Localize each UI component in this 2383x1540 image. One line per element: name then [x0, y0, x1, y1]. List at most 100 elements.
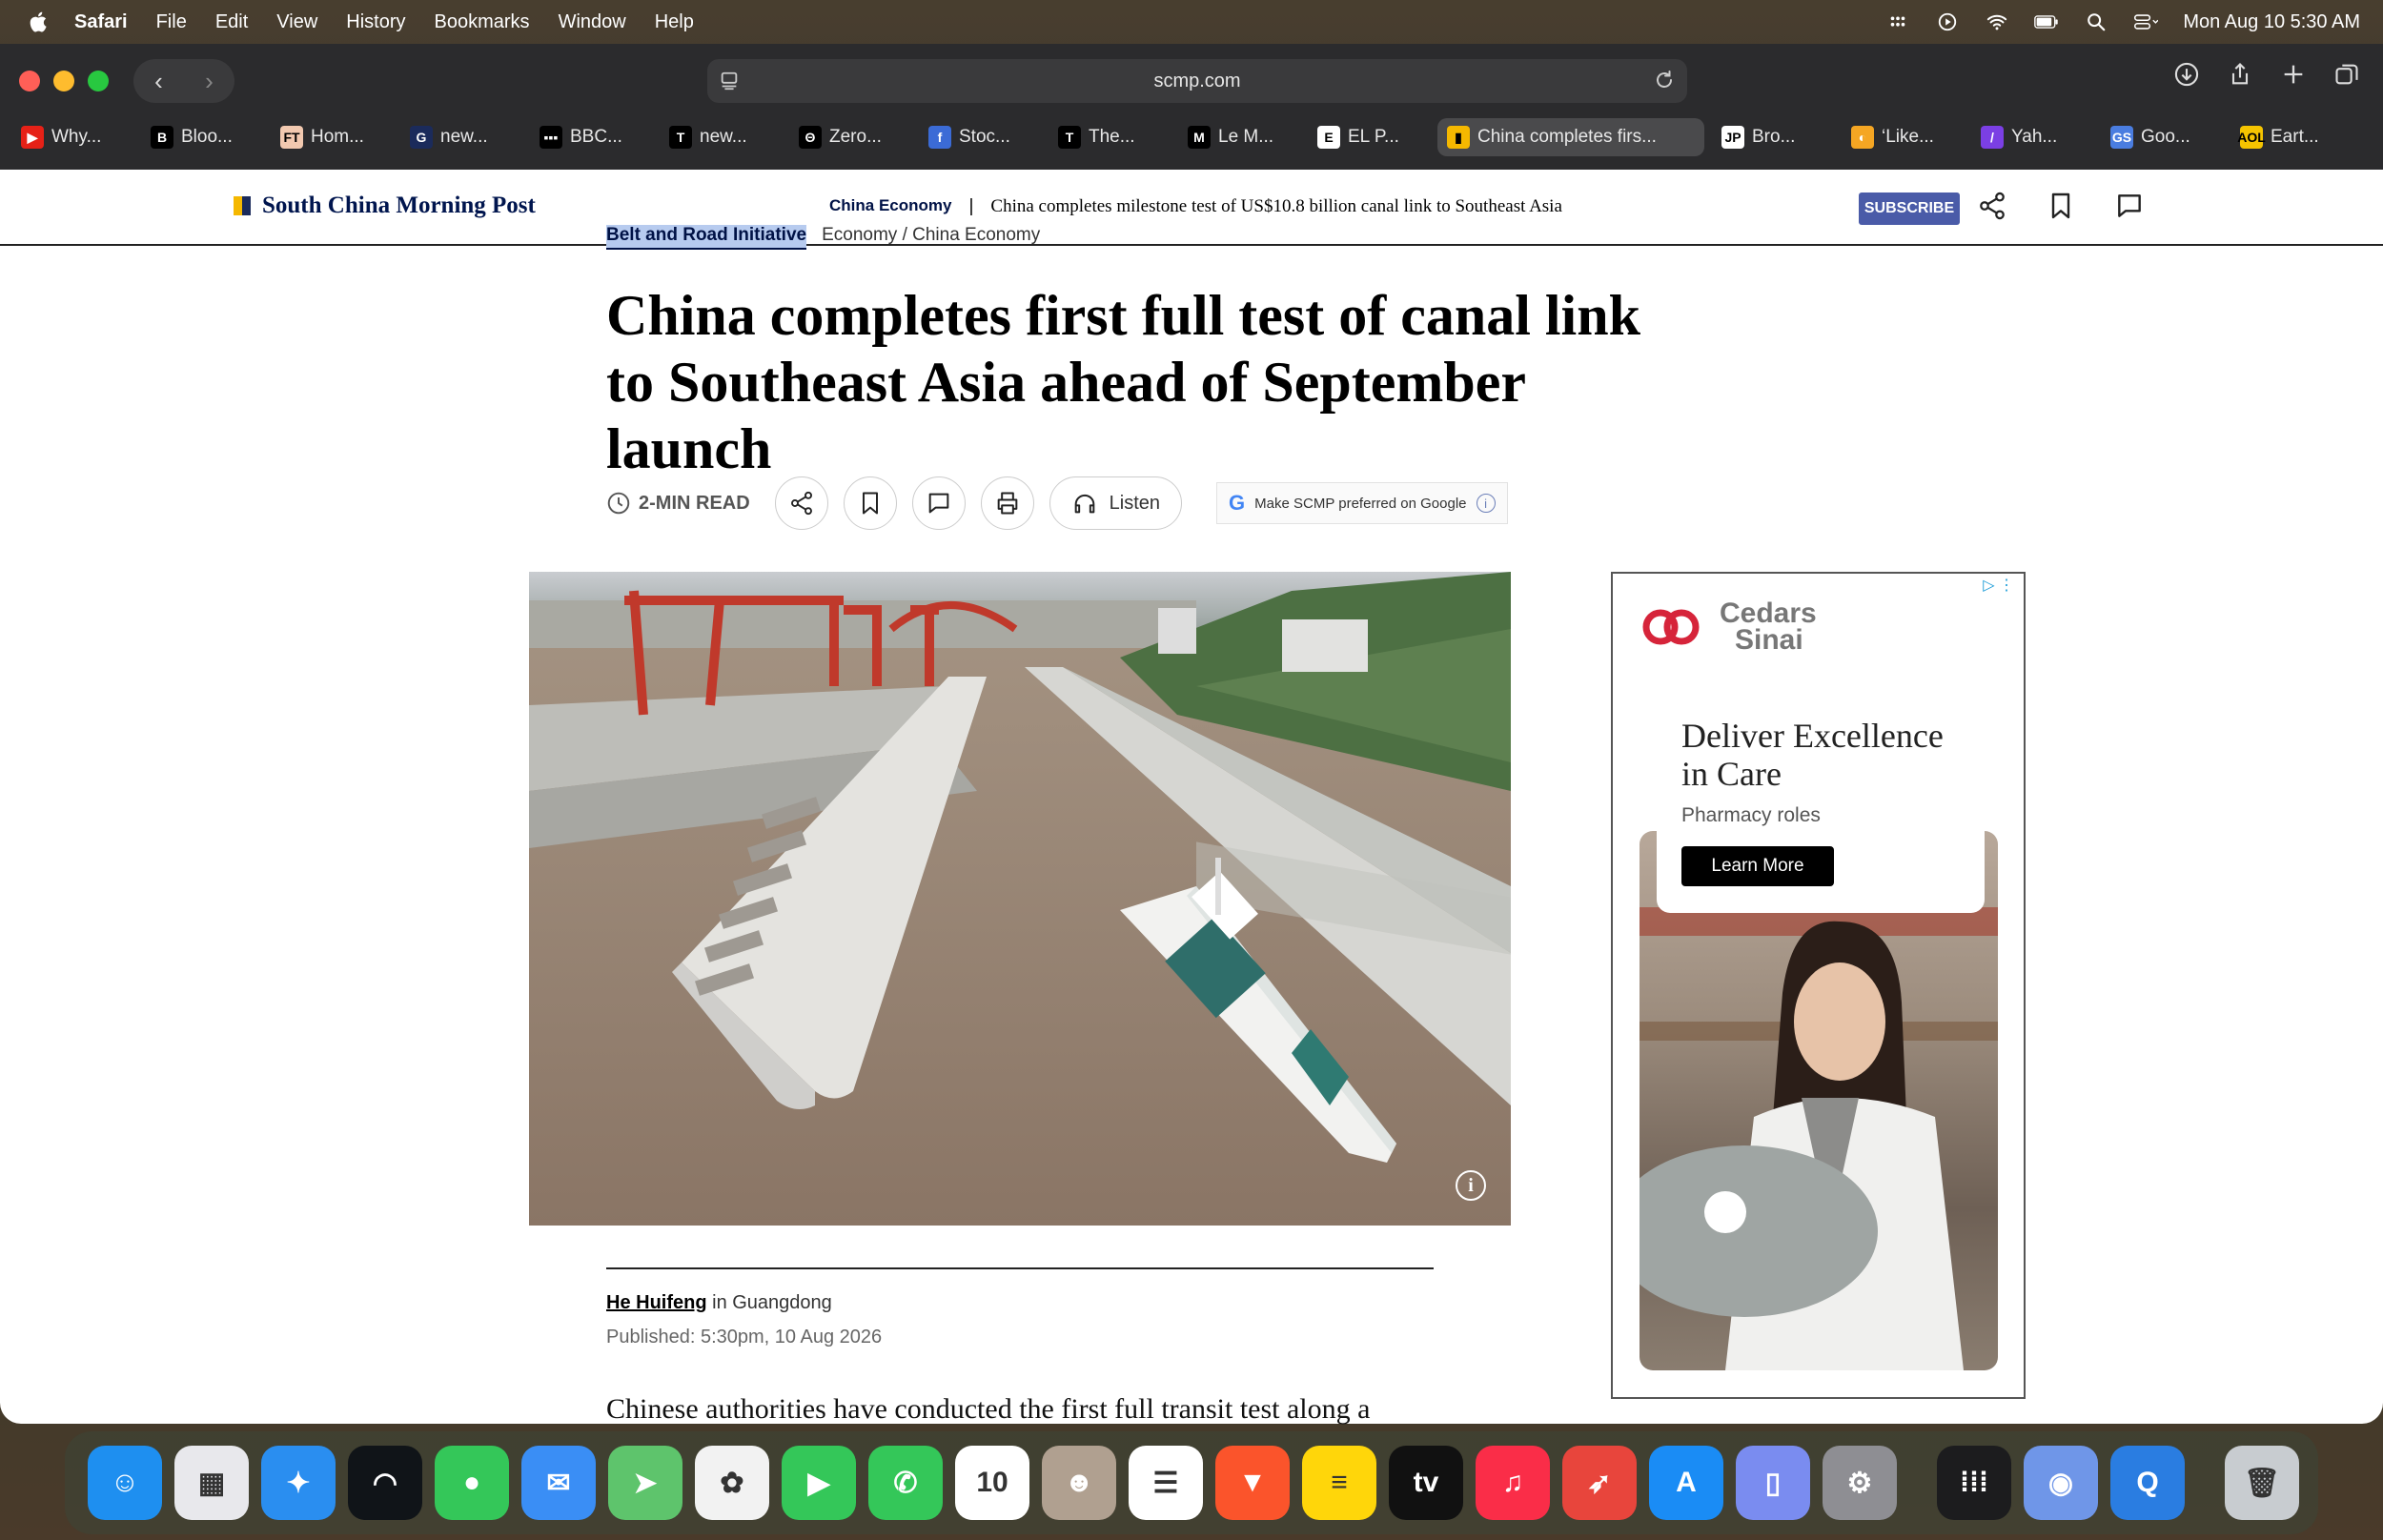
menu-app-name[interactable]: Safari	[74, 11, 128, 33]
dock-launchpad-icon[interactable]: ▦	[174, 1446, 249, 1520]
page-menu-icon[interactable]	[719, 71, 740, 91]
tab[interactable]: Tnew...	[660, 118, 782, 156]
dock-maps-icon[interactable]: ➤	[608, 1446, 682, 1520]
tab-active[interactable]: ▮ China completes firs...	[1437, 118, 1704, 156]
dock-quick-search-icon[interactable]: Q	[2110, 1446, 2185, 1520]
dock-rocket-icon[interactable]: ➶	[1562, 1446, 1637, 1520]
minimize-window-button[interactable]	[53, 71, 74, 91]
new-tab-plus-icon[interactable]	[2280, 61, 2307, 88]
battery-icon[interactable]	[2034, 11, 2059, 32]
dock-finder-icon[interactable]: ☺	[88, 1446, 162, 1520]
print-button[interactable]	[980, 476, 1034, 530]
menu-view[interactable]: View	[276, 11, 317, 33]
share-icon[interactable]	[2227, 61, 2253, 88]
play-circle-icon[interactable]	[1935, 11, 1960, 32]
dock-tv-icon[interactable]: tv	[1389, 1446, 1463, 1520]
bookmark-button[interactable]	[843, 476, 897, 530]
header-comment-icon[interactable]	[2114, 191, 2145, 221]
dock-calendar-icon[interactable]: 10	[955, 1446, 1029, 1520]
menu-help[interactable]: Help	[655, 11, 694, 33]
tab[interactable]: ▶ Why...	[11, 118, 133, 156]
tab[interactable]: f Stoc...	[919, 118, 1041, 156]
tab[interactable]: JP Bro...	[1712, 118, 1834, 156]
header-section-link[interactable]: China Economy	[829, 196, 951, 217]
dock-phone-icon[interactable]: ✆	[868, 1446, 943, 1520]
breadcrumb-path[interactable]: Economy / China Economy	[822, 225, 1040, 250]
dock-mail-icon[interactable]: ✉	[521, 1446, 596, 1520]
reload-icon[interactable]	[1653, 69, 1676, 91]
tab-favicon-icon: ◐	[1851, 126, 1874, 149]
dock-preview-icon[interactable]: ◉	[2024, 1446, 2098, 1520]
subscribe-button[interactable]: SUBSCRIBE	[1859, 192, 1960, 225]
menu-history[interactable]: History	[346, 11, 405, 33]
dots-grid-icon[interactable]	[1885, 11, 1910, 32]
tab-favicon-icon: /	[1981, 126, 2004, 149]
share-button[interactable]	[774, 476, 828, 530]
dock-system-settings-icon[interactable]: ⚙	[1823, 1446, 1897, 1520]
dock-apps-grid-icon[interactable]: ⁞⁞⁞	[1937, 1446, 2011, 1520]
back-arrow-icon[interactable]: ‹	[140, 67, 178, 96]
tab[interactable]: Gnew...	[400, 118, 522, 156]
url-text[interactable]: scmp.com	[1153, 71, 1240, 92]
dock-wavelink-icon[interactable]: ◠	[348, 1446, 422, 1520]
tab[interactable]: GS Goo...	[2101, 118, 2223, 156]
dock-notes-icon[interactable]: ≡	[1302, 1446, 1376, 1520]
tab[interactable]: ▪▪▪ BBC...	[530, 118, 652, 156]
scmp-logo[interactable]: South China Morning Post	[234, 192, 536, 219]
dock-brave-icon[interactable]: ▼	[1215, 1446, 1290, 1520]
comment-button[interactable]	[911, 476, 966, 530]
tab-label: Zero...	[829, 127, 882, 147]
info-icon[interactable]: i	[1476, 494, 1496, 513]
dock-reminders-icon[interactable]: ☰	[1129, 1446, 1203, 1520]
ad-learn-more-button[interactable]: Learn More	[1681, 846, 1834, 886]
menu-edit[interactable]: Edit	[215, 11, 248, 33]
dock-app-store-icon[interactable]: A	[1649, 1446, 1723, 1520]
menu-bookmarks[interactable]: Bookmarks	[435, 11, 530, 33]
topic-tag[interactable]: Belt and Road Initiative	[606, 225, 807, 250]
zoom-window-button[interactable]	[88, 71, 109, 91]
downloads-icon[interactable]	[2173, 61, 2200, 88]
dock-messages-icon[interactable]: ●	[435, 1446, 509, 1520]
header-story-title: China completes milestone test of US$10.…	[990, 196, 1562, 216]
dock-contacts-icon[interactable]: ☻	[1042, 1446, 1116, 1520]
tab-label: The...	[1089, 127, 1135, 147]
article-lead-photo[interactable]: i	[529, 572, 1511, 1226]
adchoices-icon[interactable]: ▷ ⋮	[1983, 576, 2014, 595]
google-preferred-button[interactable]: G Make SCMP preferred on Google i	[1216, 482, 1508, 524]
menu-file[interactable]: File	[156, 11, 187, 33]
dock-facetime-icon[interactable]: ▶	[782, 1446, 856, 1520]
tab[interactable]: Θ Zero...	[789, 118, 911, 156]
tab[interactable]: B Bloo...	[141, 118, 263, 156]
tab-favicon-icon: JP	[1721, 126, 1744, 149]
header-bookmark-icon[interactable]	[2046, 191, 2076, 221]
wifi-icon[interactable]	[1985, 11, 2009, 32]
menu-window[interactable]: Window	[559, 11, 626, 33]
dock-photos-icon[interactable]: ✿	[695, 1446, 769, 1520]
dock-iphone-mirroring-icon[interactable]: ▯	[1736, 1446, 1810, 1520]
cedars-sinai-ad[interactable]: ▷ ⋮ Cedars Sinai Deliver Excellence in C…	[1611, 572, 2026, 1399]
author-link[interactable]: He Huifeng	[606, 1292, 707, 1313]
spotlight-search-icon[interactable]	[2084, 11, 2108, 32]
header-share-icon[interactable]	[1977, 191, 2007, 221]
tab-overview-icon[interactable]	[2333, 61, 2360, 88]
dock-safari-icon[interactable]: ✦	[261, 1446, 336, 1520]
listen-button[interactable]: Listen	[1049, 476, 1183, 530]
control-center-icon[interactable]	[2133, 11, 2159, 32]
forward-arrow-icon[interactable]: ›	[191, 67, 229, 96]
tab[interactable]: T The...	[1049, 118, 1171, 156]
header-actions	[1977, 191, 2145, 221]
tab[interactable]: ◐ ‘Like...	[1842, 118, 1964, 156]
tab[interactable]: FT Hom...	[271, 118, 393, 156]
tab[interactable]: AOL Eart...	[2230, 118, 2352, 156]
dock-trash-icon[interactable]: 🗑	[2225, 1446, 2299, 1520]
tab[interactable]: M Le M...	[1178, 118, 1300, 156]
photo-info-icon[interactable]: i	[1456, 1170, 1486, 1201]
tab-label: Yah...	[2011, 127, 2058, 147]
close-window-button[interactable]	[19, 71, 40, 91]
tab[interactable]: / Yah...	[1971, 118, 2093, 156]
tab[interactable]: E EL P...	[1308, 118, 1430, 156]
address-bar[interactable]: scmp.com	[707, 59, 1687, 103]
dock-music-icon[interactable]: ♫	[1476, 1446, 1550, 1520]
menu-clock[interactable]: Mon Aug 10 5:30 AM	[2183, 11, 2360, 33]
apple-icon[interactable]	[27, 10, 51, 34]
